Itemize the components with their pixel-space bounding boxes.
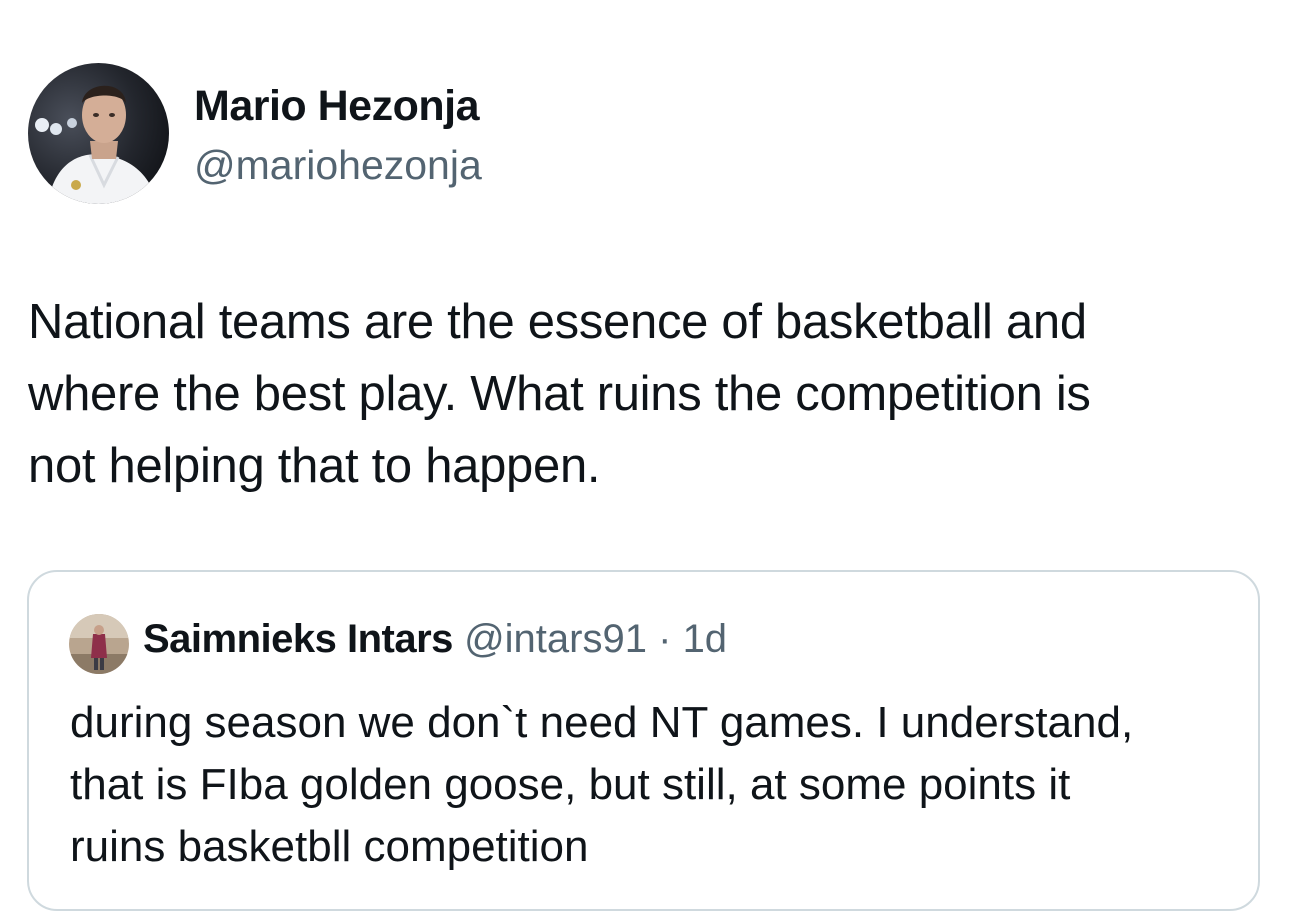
quoted-tweet-text-line: that is FIba golden goose, but still, at… [70, 760, 1071, 809]
quoted-tweet-text-line: during season we don`t need NT games. I … [70, 698, 1134, 747]
quoted-tweet-text: during season we don`t need NT games. I … [70, 692, 1240, 878]
author-avatar[interactable] [28, 63, 169, 204]
quoted-tweet-timestamp[interactable]: 1d [683, 617, 728, 661]
quoted-author-name[interactable]: Saimnieks Intars [143, 617, 453, 661]
tweet-text: National teams are the essence of basket… [28, 286, 1268, 502]
author-avatar-image [28, 63, 169, 204]
quoted-tweet-card[interactable]: Saimnieks Intars @intars91 · 1d during s… [27, 570, 1260, 911]
author-name[interactable]: Mario Hezonja [194, 82, 480, 131]
tweet-text-line: not helping that to happen. [28, 439, 601, 493]
tweet-text-line: where the best play. What ruins the comp… [28, 367, 1091, 421]
quoted-tweet-text-line: ruins basketbll competition [70, 822, 589, 871]
tweet-text-line: National teams are the essence of basket… [28, 295, 1087, 349]
tweet: Mario Hezonja @mariohezonja National tea… [0, 0, 1290, 919]
quoted-author-avatar[interactable] [69, 614, 129, 674]
author-handle[interactable]: @mariohezonja [194, 142, 482, 189]
quoted-author-avatar-image [69, 614, 129, 674]
separator-dot: · [658, 617, 672, 661]
quoted-author-handle[interactable]: @intars91 [464, 617, 647, 661]
quoted-tweet-header: Saimnieks Intars @intars91 · 1d [143, 617, 727, 662]
